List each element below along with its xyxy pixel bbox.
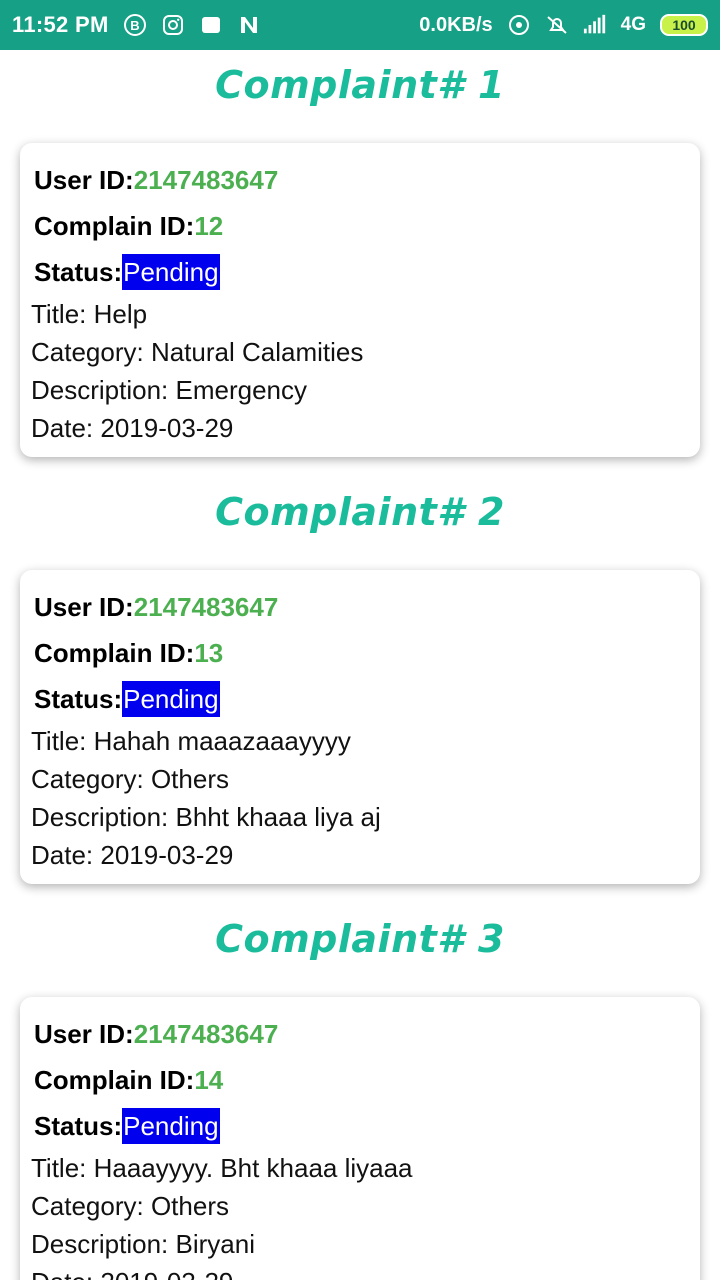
complaint-heading: Complaint# 3 [215,917,505,961]
complaint-description: Description: Bhht khaaa liya aj [31,802,381,832]
instagram-icon [161,13,185,37]
complain-id-value: 14 [194,1065,224,1095]
network-speed: 0.0KB/s [419,13,493,36]
complaint-description: Description: Biryani [31,1229,255,1259]
user-id-value: 2147483647 [133,165,279,195]
complaint-date: Date: 2019-03-29 [31,413,234,443]
complaint-list[interactable]: Complaint# 1 User ID: 2147483647 Complain… [0,50,720,1280]
svg-text:B: B [130,18,139,33]
app-notification-icon [199,13,223,37]
n-app-icon [237,13,261,37]
alarm-off-icon [545,13,569,37]
complain-id-row: Complain ID: 13 [31,630,688,676]
clock: 11:52 PM [12,12,109,37]
network-type: 4G [620,14,646,35]
complaint-title: Title: Help [31,299,148,329]
user-id-row: User ID: 2147483647 [31,1011,688,1057]
complain-id-value: 13 [194,638,224,668]
status-badge: Pending [122,1108,220,1144]
complaint-section-3: Complaint# 3 User ID: 2147483647 Complain… [0,904,720,1280]
status-badge: Pending [122,254,220,290]
user-id-value: 2147483647 [133,1019,279,1049]
complaint-heading: Complaint# 1 [215,63,505,107]
complaint-category: Category: Others [31,764,229,794]
user-id-value: 2147483647 [133,592,279,622]
user-id-row: User ID: 2147483647 [31,584,688,630]
complaint-category: Category: Natural Calamities [31,337,364,367]
complaint-card[interactable]: User ID: 2147483647 Complain ID: 13 Status… [20,570,700,884]
status-row: Status: Pending [31,249,688,295]
complaint-card[interactable]: User ID: 2147483647 Complain ID: 12 Status… [20,143,700,457]
b-app-icon: B [123,13,147,37]
complaint-category: Category: Others [31,1191,229,1221]
battery-icon: 100 [660,14,708,36]
complaint-description: Description: Emergency [31,375,307,405]
complaint-heading: Complaint# 2 [215,490,505,534]
complain-id-value: 12 [194,211,224,241]
complaint-date: Date: 2019-03-29 [31,840,234,870]
complain-id-row: Complain ID: 14 [31,1057,688,1103]
complaint-section-1: Complaint# 1 User ID: 2147483647 Complain… [0,50,720,457]
complain-id-row: Complain ID: 12 [31,203,688,249]
hotspot-icon [507,13,531,37]
user-id-row: User ID: 2147483647 [31,157,688,203]
complaint-date: Date: 2019-03-29 [31,1263,688,1280]
complaint-title: Title: Hahah maaazaaayyyy [31,726,351,756]
complaint-title: Title: Haaayyyy. Bht khaaa liyaaa [31,1153,413,1183]
status-bar: 11:52 PM B 0.0KB/s 4G 100 [0,0,720,50]
complaint-card[interactable]: User ID: 2147483647 Complain ID: 14 Status… [20,997,700,1280]
status-badge: Pending [122,681,220,717]
complaint-section-2: Complaint# 2 User ID: 2147483647 Complain… [0,477,720,884]
status-row: Status: Pending [31,1103,688,1149]
status-row: Status: Pending [31,676,688,722]
signal-icon [583,13,607,37]
